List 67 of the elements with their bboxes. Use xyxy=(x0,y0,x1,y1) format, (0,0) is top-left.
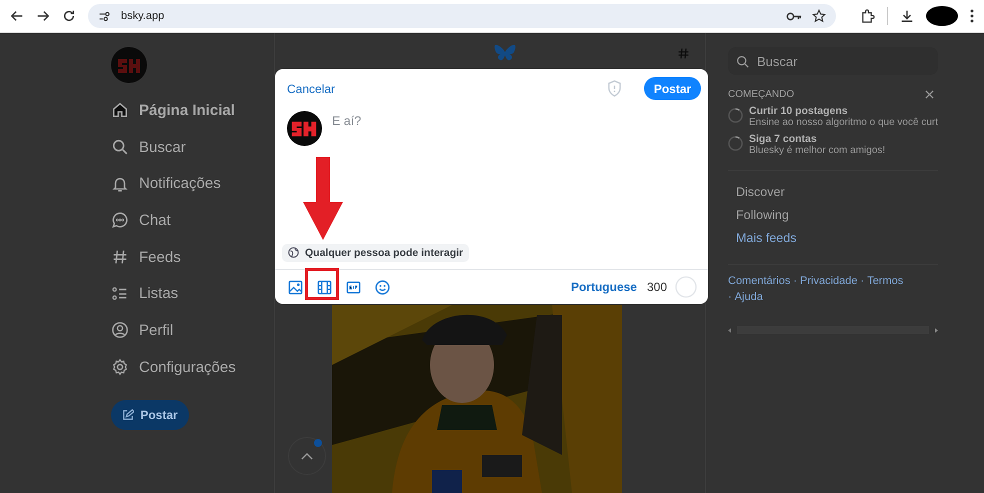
star-icon[interactable] xyxy=(812,9,826,23)
forward-icon[interactable] xyxy=(36,9,50,23)
search-icon xyxy=(736,54,749,68)
cancel-link[interactable]: Cancelar xyxy=(287,82,336,96)
extensions-icon[interactable] xyxy=(860,8,875,24)
more-feeds-link[interactable]: Mais feeds xyxy=(736,231,938,245)
nav-item[interactable]: Buscar xyxy=(111,128,274,166)
section-title: COMEÇANDO xyxy=(728,89,794,100)
profile-avatar-icon[interactable] xyxy=(926,6,958,26)
nav-item[interactable]: Chat xyxy=(111,202,274,239)
film-icon[interactable] xyxy=(317,280,332,294)
language-selector[interactable]: Portuguese xyxy=(570,280,637,294)
post-button[interactable]: Postar xyxy=(644,77,701,100)
task-title: Curtir 10 postagens xyxy=(749,105,849,117)
chat-bubble-icon xyxy=(111,211,129,230)
footer-link[interactable]: Comentários xyxy=(728,275,790,287)
url-text: bsky.app xyxy=(121,10,164,22)
highlight-frame xyxy=(305,268,339,300)
task-description: Ensine ao nosso algoritmo o que você curt xyxy=(749,117,938,128)
character-ring xyxy=(675,276,697,298)
hash-icon xyxy=(111,248,129,266)
scroll-left-icon[interactable] xyxy=(728,328,731,332)
person-icon xyxy=(111,321,129,340)
nav-item[interactable]: Página Inicial xyxy=(111,92,274,129)
address-bar[interactable]: bsky.app xyxy=(88,4,836,28)
separator-dot: · xyxy=(728,291,732,303)
avatar-icon xyxy=(287,111,322,146)
site-settings-icon[interactable] xyxy=(98,10,111,22)
globe-icon xyxy=(288,247,299,258)
image-icon[interactable] xyxy=(288,280,303,294)
edit-icon xyxy=(122,408,134,420)
footer-link[interactable]: Termos xyxy=(867,275,904,287)
key-icon[interactable] xyxy=(786,10,802,22)
feed-link[interactable]: Discover xyxy=(736,185,938,199)
gif-icon[interactable] xyxy=(346,280,361,294)
download-icon[interactable] xyxy=(900,9,914,23)
separator-dot: · xyxy=(793,275,798,287)
notification-dot xyxy=(314,439,322,447)
audience-chip[interactable]: Qualquer pessoa pode interagir xyxy=(282,244,470,262)
nav-item[interactable]: Configurações xyxy=(111,348,274,386)
task-description: Bluesky é melhor com amigos! xyxy=(749,145,886,156)
progress-ring-icon xyxy=(728,136,743,151)
character-count: 300 xyxy=(646,280,667,294)
separator-dot: · xyxy=(860,275,864,287)
close-icon[interactable] xyxy=(925,90,934,99)
search-icon xyxy=(111,138,129,156)
feed-link[interactable]: Following xyxy=(736,208,938,222)
nav-item[interactable]: Notificações xyxy=(111,165,274,202)
nav-item[interactable]: Listas xyxy=(111,275,274,312)
reload-icon[interactable] xyxy=(62,9,76,23)
post-button[interactable]: Postar xyxy=(111,400,189,430)
footer-link[interactable]: Ajuda xyxy=(734,291,763,303)
settings-icon xyxy=(111,358,129,376)
nav-item[interactable]: Feeds xyxy=(111,238,274,276)
horizontal-scrollbar[interactable] xyxy=(728,325,938,335)
emoji-icon[interactable] xyxy=(375,280,390,294)
task-title: Siga 7 contas xyxy=(749,133,818,145)
nav-item[interactable]: Perfil xyxy=(111,312,274,349)
footer-link[interactable]: Privacidade xyxy=(800,275,858,287)
progress-ring-icon xyxy=(728,108,743,123)
menu-icon[interactable] xyxy=(970,9,974,23)
chevron-up-icon xyxy=(301,452,313,460)
back-icon[interactable] xyxy=(10,9,24,23)
house-icon xyxy=(111,101,129,120)
list-icon xyxy=(111,284,129,303)
search-field[interactable]: Buscar xyxy=(728,47,938,75)
scroll-right-icon[interactable] xyxy=(935,328,938,332)
